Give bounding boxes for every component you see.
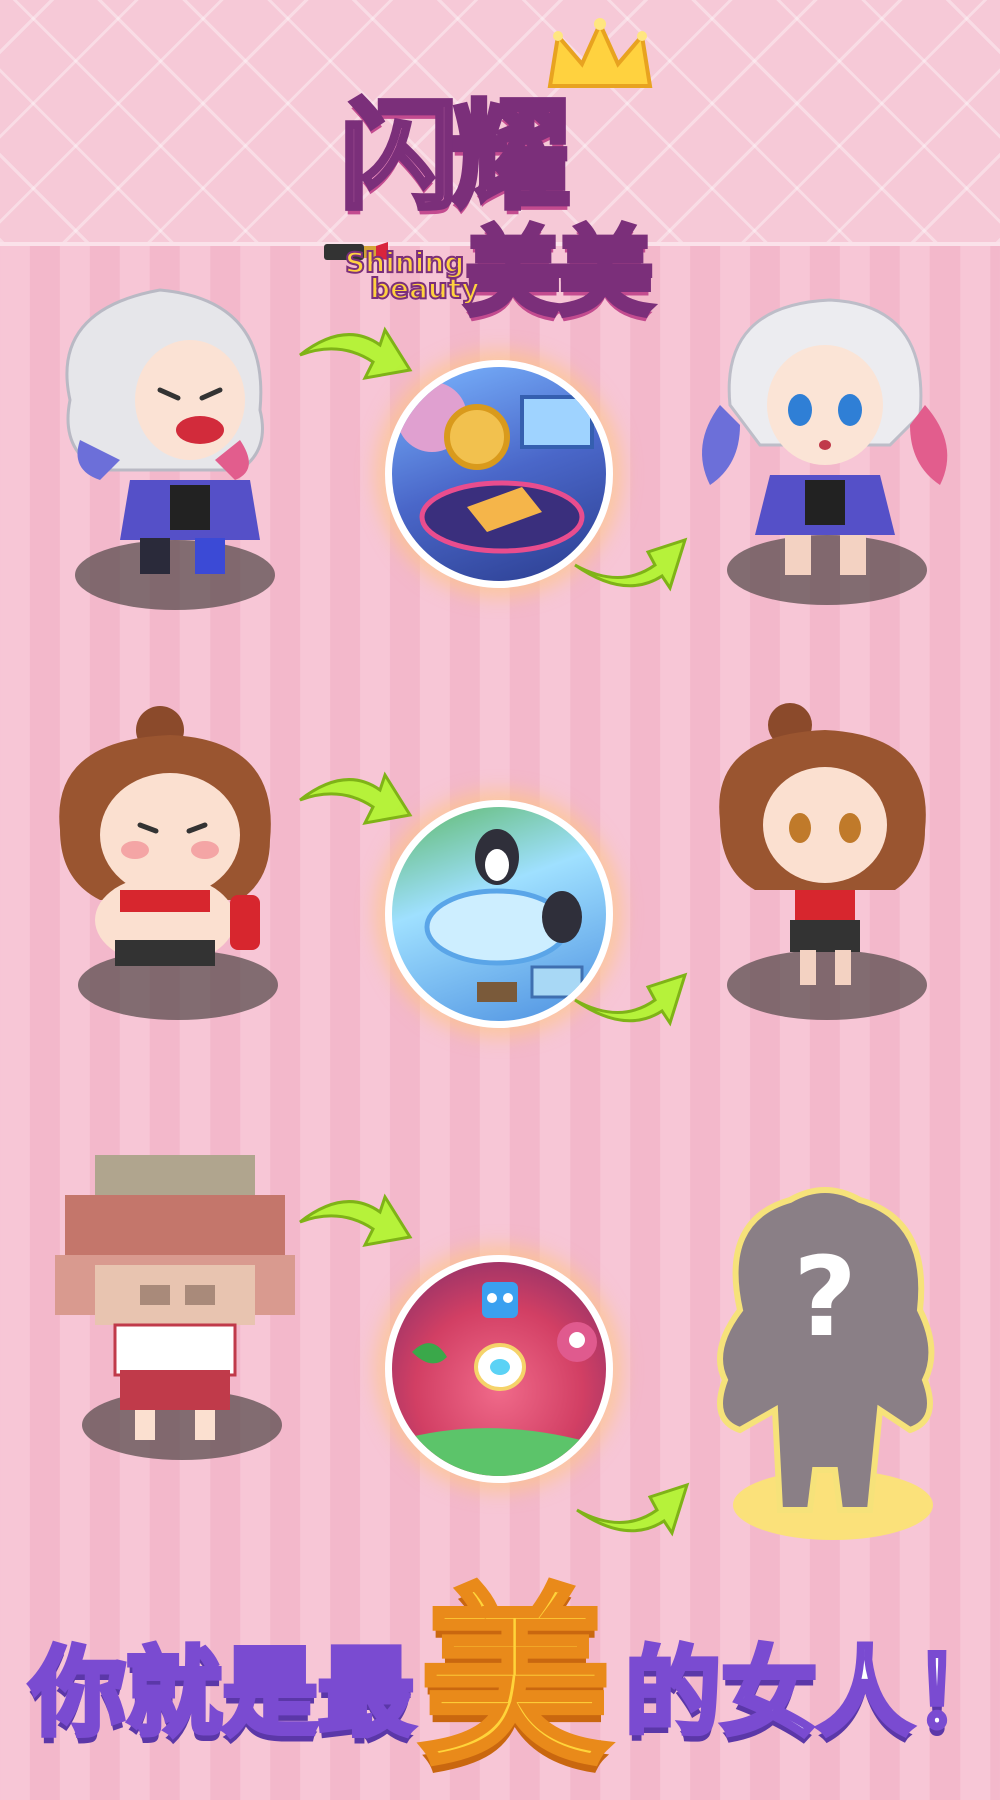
arrow-icon (574, 537, 688, 592)
arrow-icon (299, 771, 413, 825)
arrow-icon (299, 326, 413, 380)
brown-hair-girl-slim (719, 703, 926, 985)
pixelated-girl (55, 1155, 295, 1440)
game-logo: 闪耀 美美 Shining beauty (280, 18, 740, 332)
question-mark: ? (793, 1233, 857, 1361)
arrow-icon (299, 1193, 413, 1247)
transformation-row-2 (0, 703, 1000, 1100)
silver-hair-girl-styled (702, 298, 948, 575)
slogan-banner: 你就是最 美 的女人！ (0, 1525, 1000, 1793)
slogan-right: 的女人！ (623, 1635, 1000, 1752)
transformation-row-3: ? (0, 1155, 1000, 1555)
monster-planet-scene (385, 1255, 613, 1483)
slogan-highlight: 美 (417, 1566, 613, 1793)
silver-hair-girl-messy (65, 288, 264, 574)
brown-hair-girl-chubby (59, 706, 271, 966)
slogan-left: 你就是最 (28, 1635, 417, 1752)
arrow-icon (574, 972, 688, 1027)
transformation-row-1 (0, 285, 1000, 665)
mystery-silhouette: ? (717, 1187, 935, 1513)
